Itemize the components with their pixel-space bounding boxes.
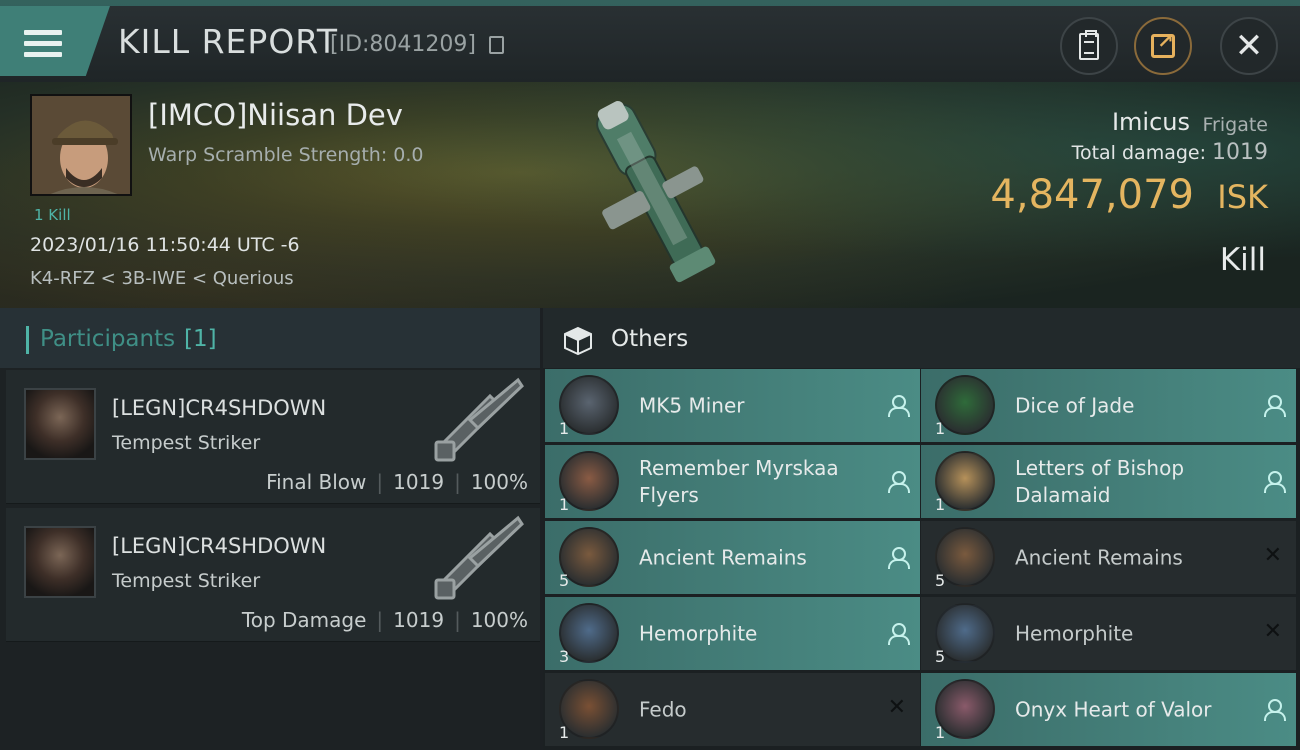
separator: | [454, 608, 461, 632]
person-icon [888, 395, 910, 417]
item-quantity: 1 [559, 723, 570, 742]
participant-role: Top Damage [241, 608, 367, 632]
kill-datetime: 2023/01/16 11:50:44 UTC -6 [30, 234, 300, 256]
person-icon [888, 623, 910, 645]
item-quantity: 5 [935, 571, 946, 590]
total-damage-value: 1019 [1212, 140, 1268, 165]
item-row[interactable]: 1 Letters of Bishop Dalamaid [921, 445, 1296, 518]
victim-ship-name[interactable]: Imicus [1112, 108, 1190, 136]
person-icon [888, 471, 910, 493]
item-name: MK5 Miner [639, 393, 745, 417]
item-name: Ancient Remains [1015, 545, 1183, 569]
person-icon [888, 547, 910, 569]
clipboard-icon [1079, 29, 1099, 60]
participant-stats: Top Damage | 1019 | 100% [242, 608, 528, 632]
item-row[interactable]: 1 Dice of Jade [921, 369, 1296, 442]
others-header: Others [543, 308, 1300, 368]
item-quantity: 1 [559, 495, 570, 514]
item-name: Letters of Bishop Dalamaid [1015, 455, 1185, 507]
item-quantity: 5 [559, 571, 570, 590]
item-name: Hemorphite [1015, 621, 1134, 645]
item-row[interactable]: 1 Remember Myrskaa Flyers [545, 445, 920, 518]
destroyed-x-icon: ✕ [1263, 619, 1282, 644]
item-name: Onyx Heart of Valor [1015, 697, 1212, 721]
item-name: Dice of Jade [1015, 393, 1135, 417]
participant-name: [LEGN]CR4SHDOWN [112, 534, 327, 558]
participants-count: [1] [184, 326, 217, 352]
item-quantity: 1 [935, 723, 946, 742]
participant-damage: 1019 [393, 470, 445, 494]
person-icon [1264, 471, 1286, 493]
share-icon [1151, 29, 1175, 58]
copy-icon[interactable] [489, 36, 504, 54]
victim-ship-image[interactable] [570, 88, 740, 303]
separator: | [376, 470, 384, 494]
participant-role: Final Blow [266, 470, 367, 494]
weapon-icon [434, 515, 524, 600]
item-name: Ancient Remains [639, 545, 807, 569]
destroyed-x-icon: ✕ [1263, 543, 1282, 568]
page-title: KILL REPORT [118, 22, 338, 61]
item-quantity: 5 [935, 647, 946, 666]
item-row[interactable]: 5 Hemorphite ✕ [921, 597, 1296, 670]
menu-icon [24, 30, 62, 60]
tab-indicator [26, 326, 29, 354]
participant-damage: 1019 [393, 608, 445, 632]
item-row[interactable]: 3 Hemorphite [545, 597, 920, 670]
report-id: [ID:8041209] [330, 32, 476, 57]
participant-percent: 100% [470, 608, 528, 632]
weapon-icon [434, 377, 524, 462]
item-row[interactable]: 1 Onyx Heart of Valor [921, 673, 1296, 746]
close-icon: ✕ [1234, 26, 1264, 66]
destroyed-x-icon: ✕ [887, 695, 906, 720]
item-row[interactable]: 1 MK5 Miner [545, 369, 920, 442]
kill-count: 1 Kill [34, 206, 71, 224]
isk-unit: ISK [1217, 178, 1268, 216]
victim-ship-class: Frigate [1202, 114, 1268, 136]
kill-location[interactable]: K4-RFZ < 3B-IWE < Querious [30, 268, 294, 289]
warp-scramble-strength: Warp Scramble Strength: 0.0 [148, 144, 424, 166]
others-title: Others [611, 326, 689, 352]
participants-panel: Participants [1] [LEGN]CR4SHDOWN Tempest… [0, 308, 540, 750]
participant-ship: Tempest Striker [112, 570, 261, 592]
participant-stats: Final Blow | 1019 | 100% [266, 470, 528, 494]
item-row[interactable]: 5 Ancient Remains ✕ [921, 521, 1296, 594]
report-type: Kill [1219, 242, 1266, 278]
others-panel: Others 1 MK5 Miner 1 Dice of Jade 1 Remember … [543, 308, 1300, 750]
clipboard-button[interactable] [1060, 17, 1118, 75]
item-name: Hemorphite [639, 621, 758, 645]
victim-summary: [IMCO]Niisan Dev Warp Scramble Strength:… [0, 82, 1300, 308]
item-name: Remember Myrskaa Flyers [639, 455, 839, 507]
item-row[interactable]: 1 Fedo ✕ [545, 673, 920, 746]
person-icon [1264, 699, 1286, 721]
participant-avatar[interactable] [24, 388, 96, 460]
participants-title: Participants [40, 326, 176, 352]
separator: | [376, 608, 384, 632]
participant-row[interactable]: [LEGN]CR4SHDOWN Tempest Striker Top Dama… [6, 508, 540, 642]
share-button[interactable] [1134, 17, 1192, 75]
participant-name: [LEGN]CR4SHDOWN [112, 396, 327, 420]
item-quantity: 1 [935, 495, 946, 514]
victim-name[interactable]: [IMCO]Niisan Dev [148, 98, 403, 132]
isk-value: 4,847,079 [990, 172, 1194, 218]
cargo-box-icon [564, 326, 592, 356]
close-button[interactable]: ✕ [1220, 17, 1278, 75]
item-quantity: 1 [935, 419, 946, 438]
person-icon [1264, 395, 1286, 417]
item-name: Fedo [639, 697, 687, 721]
menu-button[interactable] [0, 6, 110, 76]
participants-tab[interactable]: Participants [1] [0, 308, 540, 368]
participant-row[interactable]: [LEGN]CR4SHDOWN Tempest Striker Final Bl… [6, 370, 540, 504]
header-bar: KILL REPORT [ID:8041209] ✕ [0, 0, 1300, 82]
separator: | [454, 470, 461, 494]
participant-avatar[interactable] [24, 526, 96, 598]
participant-ship: Tempest Striker [112, 432, 261, 454]
total-damage-label: Total damage: [1071, 142, 1206, 164]
item-quantity: 1 [559, 419, 570, 438]
item-quantity: 3 [559, 647, 570, 666]
participant-percent: 100% [470, 470, 528, 494]
item-row[interactable]: 5 Ancient Remains [545, 521, 920, 594]
victim-avatar[interactable] [30, 94, 132, 196]
